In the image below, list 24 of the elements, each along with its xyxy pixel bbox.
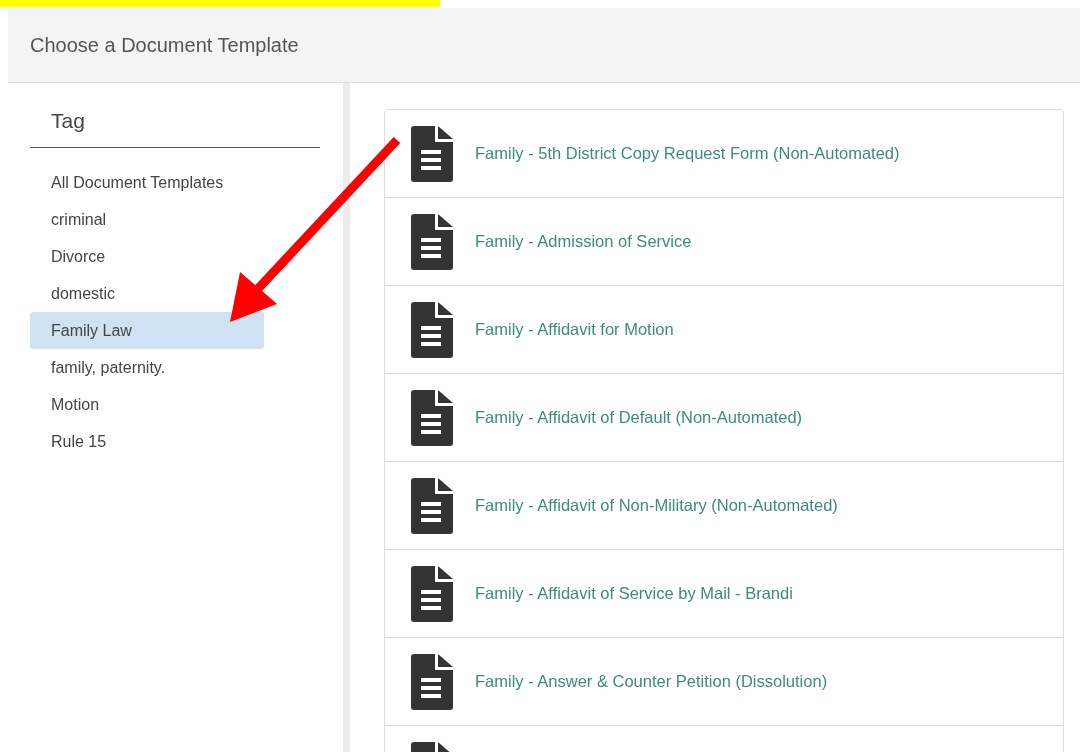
dialog-title: Choose a Document Template: [30, 33, 299, 58]
document-icon: [411, 653, 453, 710]
template-link[interactable]: Family - Affidavit for Motion: [475, 317, 674, 342]
tag-item[interactable]: domestic: [30, 274, 137, 312]
tag-item[interactable]: Family Law: [30, 311, 264, 349]
document-icon: [411, 213, 453, 270]
document-icon: [411, 477, 453, 534]
document-icon: [411, 125, 453, 182]
tag-item[interactable]: Motion: [30, 385, 121, 423]
tag-item[interactable]: Rule 15: [30, 422, 128, 460]
template-link[interactable]: Family - Affidavit of Service by Mail - Brandi: [475, 581, 793, 606]
template-link[interactable]: Family - 5th District Copy Request Form (Non-Automated): [475, 141, 900, 166]
tag-item[interactable]: family, paternity.: [30, 348, 187, 386]
document-icon: [411, 389, 453, 446]
document-icon: [411, 565, 453, 622]
tag-item[interactable]: Divorce: [30, 237, 127, 275]
tag-heading: Tag: [30, 105, 320, 148]
tag-item[interactable]: All Document Templates: [30, 163, 245, 201]
template-link[interactable]: Family - Affidavit of Non-Military (Non-Automated): [475, 493, 838, 518]
template-link[interactable]: Family - Answer & Counter Petition (Dissolution): [475, 669, 828, 694]
template-link[interactable]: Family - Admission of Service: [475, 229, 692, 254]
template-link[interactable]: Family - Affidavit of Default (Non-Automated): [475, 405, 803, 430]
tag-item[interactable]: criminal: [30, 200, 128, 238]
document-icon: [411, 301, 453, 358]
